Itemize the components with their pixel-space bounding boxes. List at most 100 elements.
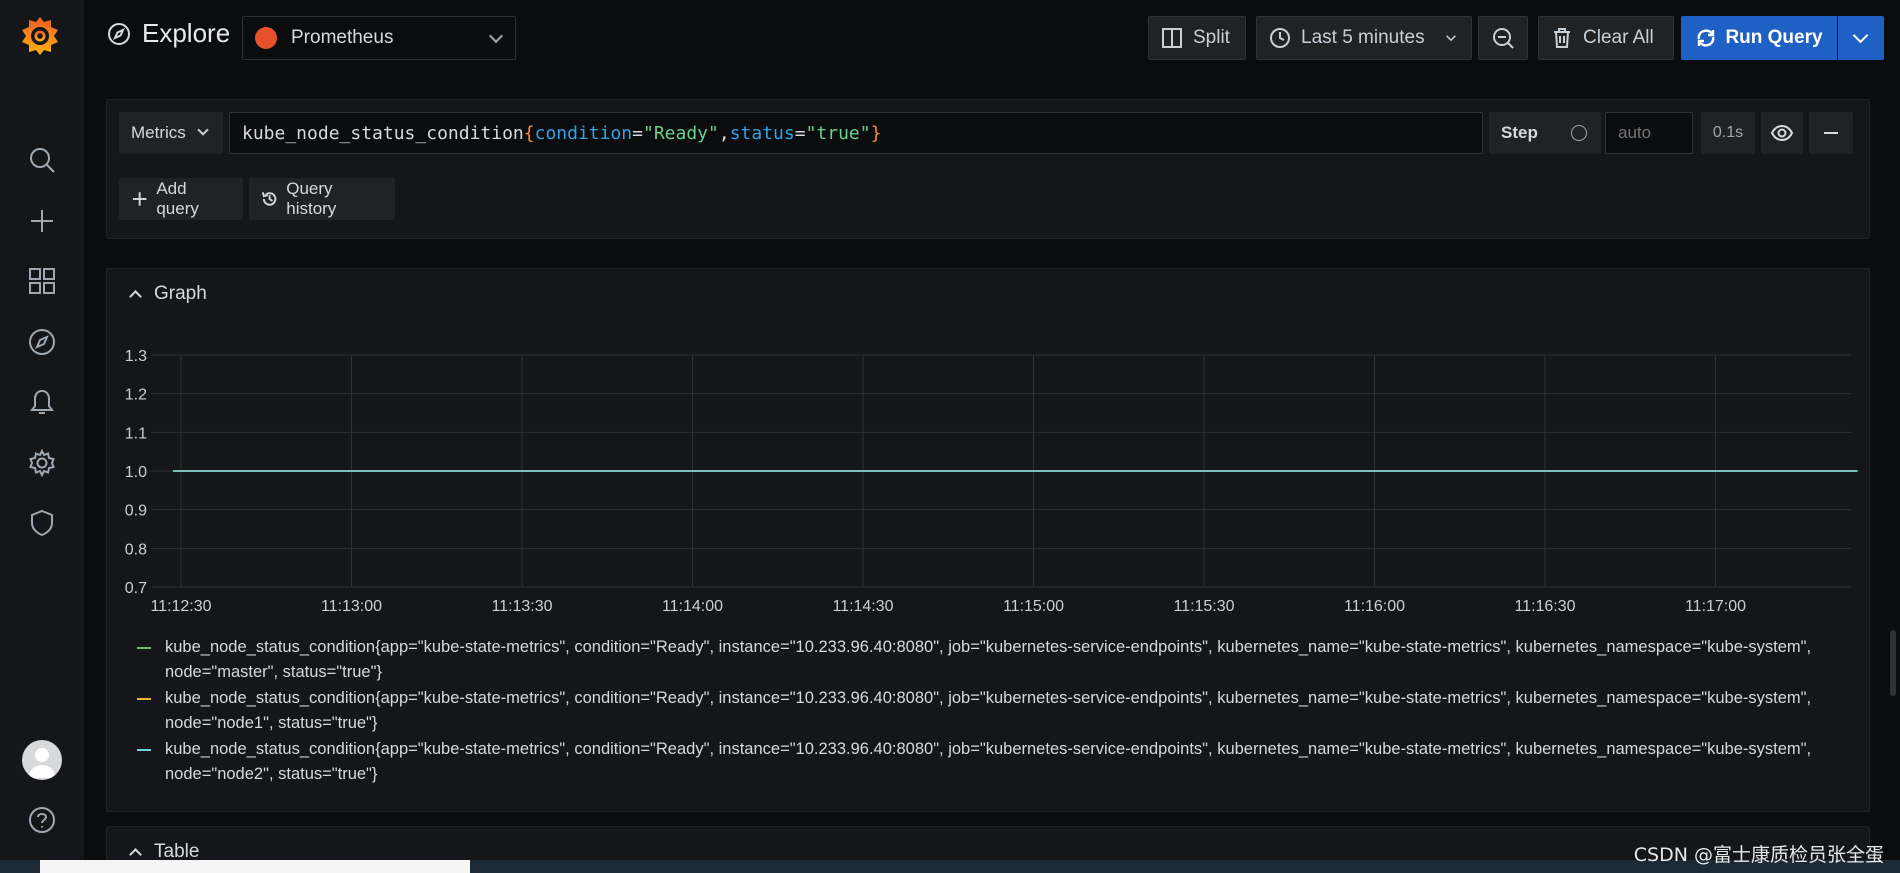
x-tick-label: 11:16:00 bbox=[1344, 598, 1405, 615]
avatar[interactable] bbox=[22, 740, 62, 780]
dashboards-icon[interactable] bbox=[24, 263, 60, 299]
scrollbar[interactable] bbox=[1890, 630, 1896, 696]
search-icon[interactable] bbox=[24, 142, 60, 178]
y-tick-label: 0.7 bbox=[125, 580, 147, 597]
explore-icon[interactable] bbox=[24, 324, 60, 360]
legend-item[interactable]: kube_node_status_condition{app="kube-sta… bbox=[137, 686, 1857, 736]
x-tick-label: 11:17:00 bbox=[1685, 598, 1746, 615]
clear-all-label: Clear All bbox=[1583, 27, 1654, 48]
add-query-label: Add query bbox=[156, 179, 199, 218]
remove-query-button[interactable] bbox=[1809, 112, 1853, 154]
x-tick-label: 11:14:30 bbox=[832, 598, 893, 615]
time-range-label: Last 5 minutes bbox=[1301, 27, 1425, 48]
split-label: Split bbox=[1193, 27, 1230, 48]
query-label-value: "true" bbox=[805, 122, 871, 144]
split-icon bbox=[1162, 28, 1182, 48]
query-input[interactable]: kube_node_status_condition{condition = "Re… bbox=[229, 112, 1483, 154]
query-close-brace: } bbox=[870, 122, 882, 144]
query-equals: = bbox=[794, 122, 806, 144]
chevron-down-icon bbox=[197, 124, 209, 136]
taskbar-window-preview bbox=[40, 860, 470, 873]
alerting-icon[interactable] bbox=[24, 384, 60, 420]
time-range-picker[interactable]: Last 5 minutes bbox=[1256, 16, 1472, 60]
prometheus-icon bbox=[255, 27, 277, 49]
graph-chart[interactable]: 1.3 1.2 1.1 1.0 0.9 0.8 0.711:12:30 11:13:00 11:… bbox=[107, 339, 1869, 629]
x-tick-label: 11:15:00 bbox=[1003, 598, 1064, 615]
chevron-up-icon bbox=[129, 290, 142, 303]
query-history-label: Query history bbox=[286, 179, 337, 218]
y-tick-label: 1.2 bbox=[125, 387, 147, 404]
legend-item[interactable]: kube_node_status_condition{app="kube-sta… bbox=[137, 635, 1857, 685]
y-tick-label: 1.1 bbox=[125, 425, 147, 442]
legend-label: kube_node_status_condition{app="kube-sta… bbox=[165, 638, 1812, 681]
info-icon[interactable] bbox=[1571, 125, 1587, 141]
x-tick-label: 11:16:30 bbox=[1514, 598, 1575, 615]
x-tick-label: 11:15:30 bbox=[1173, 598, 1234, 615]
query-history-button[interactable]: Query history bbox=[249, 178, 395, 220]
legend-label: kube_node_status_condition{app="kube-sta… bbox=[165, 740, 1812, 783]
y-tick-label: 0.9 bbox=[125, 503, 147, 520]
shield-icon[interactable] bbox=[24, 505, 60, 541]
query-editor-row: Metrics kube_node_status_condition{condi… bbox=[106, 99, 1870, 239]
query-label-key: status bbox=[729, 122, 795, 144]
sidebar bbox=[0, 0, 84, 873]
legend-swatch bbox=[137, 749, 151, 751]
query-time: 0.1s bbox=[1701, 112, 1755, 154]
graph-panel-title: Graph bbox=[154, 283, 207, 304]
zoom-out-button[interactable] bbox=[1478, 16, 1528, 60]
graph-panel-header[interactable]: Graph bbox=[129, 283, 207, 305]
datasource-picker[interactable]: Prometheus bbox=[242, 16, 516, 60]
datasource-name: Prometheus bbox=[291, 27, 394, 48]
chevron-down-icon bbox=[488, 28, 504, 44]
run-query-button[interactable]: Run Query bbox=[1681, 16, 1837, 60]
help-icon[interactable] bbox=[24, 802, 60, 838]
query-label-key: condition bbox=[534, 122, 633, 144]
plus-icon[interactable] bbox=[24, 203, 60, 239]
query-equals: = bbox=[632, 122, 643, 144]
zoom-out-icon bbox=[1493, 28, 1514, 49]
split-button[interactable]: Split bbox=[1148, 16, 1246, 60]
toggle-visibility-button[interactable] bbox=[1761, 112, 1803, 154]
step-label-text: Step bbox=[1501, 123, 1538, 142]
page-title: Explore bbox=[106, 18, 230, 49]
query-metric-name: kube_node_status_condition bbox=[242, 122, 524, 144]
clear-all-button[interactable]: Clear All bbox=[1538, 16, 1674, 60]
plus-icon bbox=[132, 192, 147, 206]
x-tick-label: 11:12:30 bbox=[150, 598, 211, 615]
watermark: CSDN @富士康质检员张全蛋 bbox=[1633, 844, 1884, 866]
add-query-button[interactable]: Add query bbox=[119, 178, 243, 220]
chevron-up-icon bbox=[129, 848, 142, 861]
page-title-text: Explore bbox=[142, 18, 231, 48]
graph-panel: Graph 1.3 1.2 1.1 1.0 0.9 0.8 0.7 11:12:30 11:13… bbox=[106, 268, 1870, 812]
eye-icon bbox=[1771, 124, 1793, 142]
trash-icon bbox=[1554, 28, 1570, 48]
refresh-icon bbox=[1698, 29, 1715, 47]
graph-legend: kube_node_status_condition{app="kube-sta… bbox=[137, 635, 1857, 788]
query-separator: , bbox=[718, 122, 730, 144]
y-tick-label: 1.3 bbox=[125, 348, 147, 365]
gear-icon[interactable] bbox=[24, 445, 60, 481]
run-query-options-button[interactable] bbox=[1838, 16, 1884, 60]
legend-swatch bbox=[137, 647, 151, 649]
metrics-browser-button[interactable]: Metrics bbox=[119, 112, 223, 154]
step-input[interactable] bbox=[1605, 112, 1693, 154]
chevron-down-icon bbox=[1445, 35, 1456, 42]
x-tick-label: 11:13:30 bbox=[491, 598, 552, 615]
x-tick-label: 11:13:00 bbox=[321, 598, 382, 615]
legend-swatch bbox=[137, 698, 151, 700]
run-query-label: Run Query bbox=[1725, 27, 1823, 48]
legend-item[interactable]: kube_node_status_condition{app="kube-sta… bbox=[137, 737, 1857, 787]
history-icon bbox=[261, 192, 277, 206]
explore-toolbar: Explore Prometheus Split Last 5 minutes … bbox=[84, 0, 1900, 76]
step-label: Step bbox=[1489, 112, 1601, 154]
query-open-brace: { bbox=[523, 122, 535, 144]
clock-icon bbox=[1270, 28, 1290, 48]
grafana-logo[interactable] bbox=[18, 14, 62, 58]
x-tick-label: 11:14:00 bbox=[662, 598, 723, 615]
y-tick-label: 0.8 bbox=[125, 541, 147, 558]
legend-label: kube_node_status_condition{app="kube-sta… bbox=[165, 689, 1812, 732]
explore-icon bbox=[108, 22, 130, 45]
query-label-value: "Ready" bbox=[643, 122, 719, 144]
y-tick-label: 1.0 bbox=[125, 464, 147, 481]
metrics-label: Metrics bbox=[131, 123, 186, 142]
